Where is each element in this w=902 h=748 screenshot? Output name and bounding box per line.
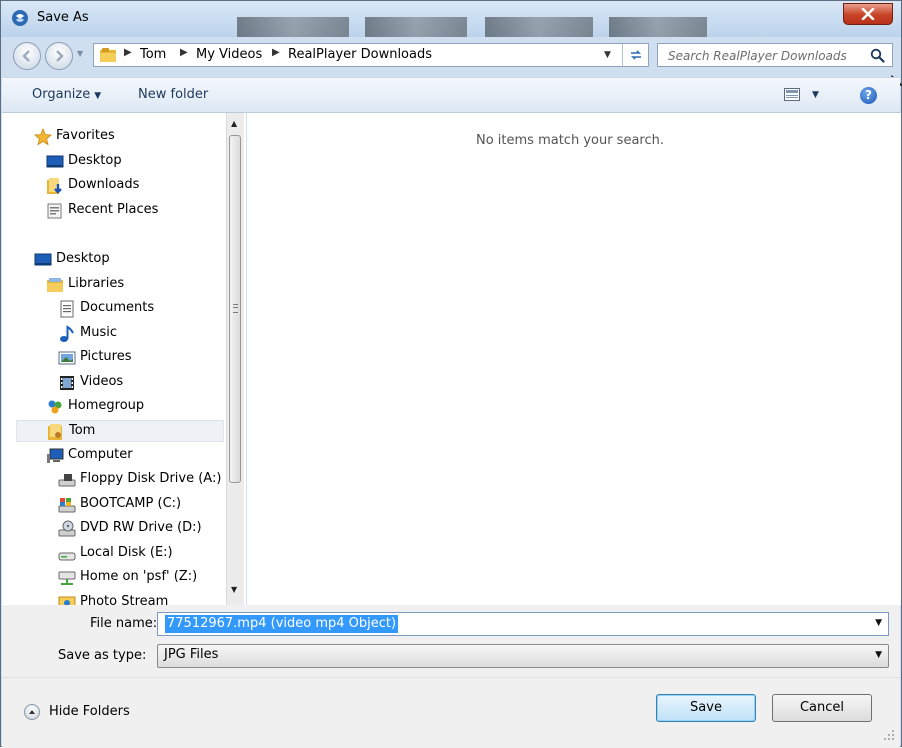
refresh-icon	[631, 50, 641, 60]
photo-stream-icon	[58, 596, 76, 605]
resize-grip-icon[interactable]	[882, 728, 896, 742]
nav-item-label: Pictures	[80, 349, 132, 364]
window-title: Save As	[37, 10, 89, 25]
refresh-button[interactable]	[622, 44, 649, 66]
save-fields: File name: 77512967.mp4 (video mp4 Objec…	[2, 605, 900, 677]
nav-item-label: Desktop	[56, 251, 110, 266]
file-list[interactable]: No items match your search.	[247, 113, 901, 605]
nav-item-label: Favorites	[56, 128, 115, 143]
homegroup-icon	[48, 400, 62, 414]
nav-item-label: Videos	[80, 374, 124, 389]
realplayer-app-icon	[12, 10, 28, 26]
nav-item-tom[interactable]: Tom	[16, 420, 224, 442]
chevron-down-icon[interactable]: ▼	[875, 618, 882, 628]
breadcrumb-separator[interactable]: ▶	[124, 47, 132, 58]
nav-item-label: Downloads	[68, 177, 140, 192]
organize-label: Organize	[32, 87, 91, 102]
back-button[interactable]	[13, 42, 41, 70]
nav-item-label: Photo Stream	[80, 594, 169, 605]
save-button[interactable]: Save	[656, 694, 756, 722]
search-box[interactable]	[657, 43, 893, 67]
close-button[interactable]	[843, 3, 893, 25]
breadcrumb-separator[interactable]: ▶	[180, 47, 188, 58]
breadcrumb-my-videos[interactable]: My Videos	[196, 47, 262, 62]
search-icon[interactable]	[870, 48, 885, 63]
scroll-down-icon[interactable]: ▼	[231, 585, 237, 594]
close-icon	[861, 8, 875, 20]
dvd-drive-icon	[58, 520, 76, 537]
computer-icon	[47, 448, 64, 463]
hard-disk-icon	[58, 552, 76, 561]
nav-item-label: Local Disk (E:)	[80, 545, 173, 560]
help-button[interactable]: ?	[860, 87, 877, 104]
command-bar: Organize ▼ New folder ▼ ?	[2, 77, 900, 113]
music-icon	[60, 325, 74, 342]
change-view-icon[interactable]	[784, 88, 800, 101]
search-input[interactable]	[666, 46, 864, 66]
nav-item-label: Tom	[69, 423, 96, 438]
desktop-icon	[46, 155, 64, 168]
desktop-icon	[34, 253, 52, 266]
nav-item-label: Libraries	[68, 276, 125, 291]
libraries-icon	[47, 278, 63, 292]
nav-item-label: DVD RW Drive (D:)	[80, 520, 202, 535]
grip-icon	[233, 304, 238, 313]
view-options-dropdown[interactable]: ▼	[812, 90, 819, 100]
arrow-left-icon	[22, 50, 30, 62]
nav-item-label: Documents	[80, 300, 155, 315]
save-as-dialog: Save As ▼ ▶ Tom ▶ My Videos ▶ RealPlayer…	[0, 0, 902, 748]
nav-item-label: Recent Places	[68, 202, 159, 217]
folder-icon	[100, 48, 116, 62]
empty-message: No items match your search.	[475, 133, 664, 148]
user-folder-icon	[48, 424, 62, 440]
downloads-icon	[47, 178, 62, 194]
navigation-pane[interactable]: Favorites Desktop Downloads Recent Place…	[2, 113, 247, 605]
arrow-right-icon	[56, 50, 64, 62]
address-row: ▼ ▶ Tom ▶ My Videos ▶ RealPlayer Downloa…	[1, 37, 902, 93]
breadcrumb-realplayer-downloads[interactable]: RealPlayer Downloads	[288, 47, 432, 62]
windows-drive-icon	[58, 498, 76, 513]
recent-places-icon	[47, 203, 62, 219]
file-name-combobox[interactable]: 77512967.mp4 (video mp4 Object) ▼	[157, 612, 889, 636]
nav-item-label: Desktop	[68, 153, 122, 168]
forward-button[interactable]	[45, 42, 73, 70]
nav-item-label: Homegroup	[68, 398, 145, 413]
star-icon	[34, 128, 52, 146]
nav-item-label: Home on 'psf' (Z:)	[80, 569, 198, 584]
chevron-up-icon	[24, 704, 40, 720]
save-as-type-value: JPG Files	[164, 647, 219, 662]
save-as-type-select[interactable]: JPG Files ▼	[157, 644, 889, 668]
chevron-down-icon: ▼	[94, 91, 102, 101]
breadcrumb-separator[interactable]: ▶	[272, 47, 280, 58]
title-bar[interactable]: Save As	[1, 1, 901, 37]
address-bar[interactable]: ▶ Tom ▶ My Videos ▶ RealPlayer Downloads…	[93, 43, 649, 67]
file-name-label: File name:	[90, 616, 158, 631]
file-name-input[interactable]: 77512967.mp4 (video mp4 Object)	[165, 615, 399, 633]
nav-item-label: Floppy Disk Drive (A:)	[80, 471, 222, 486]
scroll-thumb[interactable]	[229, 135, 241, 483]
network-drive-icon	[58, 571, 76, 585]
nav-item-label: Computer	[68, 447, 133, 462]
scroll-up-icon[interactable]: ▲	[231, 119, 237, 128]
breadcrumb-tom[interactable]: Tom	[140, 47, 166, 62]
pictures-icon	[58, 351, 76, 365]
documents-icon	[60, 300, 74, 318]
floppy-drive-icon	[58, 474, 76, 487]
recent-pages-dropdown[interactable]: ▼	[77, 49, 83, 58]
cancel-button[interactable]: Cancel	[772, 694, 872, 722]
organize-button[interactable]: Organize ▼	[32, 87, 101, 102]
save-as-type-label: Save as type:	[58, 648, 147, 663]
hide-folders-label: Hide Folders	[49, 704, 130, 719]
nav-item-label: Music	[80, 325, 117, 340]
nav-item-label: BOOTCAMP (C:)	[80, 496, 182, 511]
chevron-down-icon[interactable]: ▼	[875, 650, 882, 660]
nav-scrollbar[interactable]: ▲ ▼	[226, 113, 244, 605]
button-bar: Hide Folders Save Cancel	[2, 677, 900, 748]
address-history-dropdown[interactable]: ▼	[604, 50, 611, 60]
videos-icon	[60, 376, 74, 390]
new-folder-button[interactable]: New folder	[138, 87, 208, 102]
